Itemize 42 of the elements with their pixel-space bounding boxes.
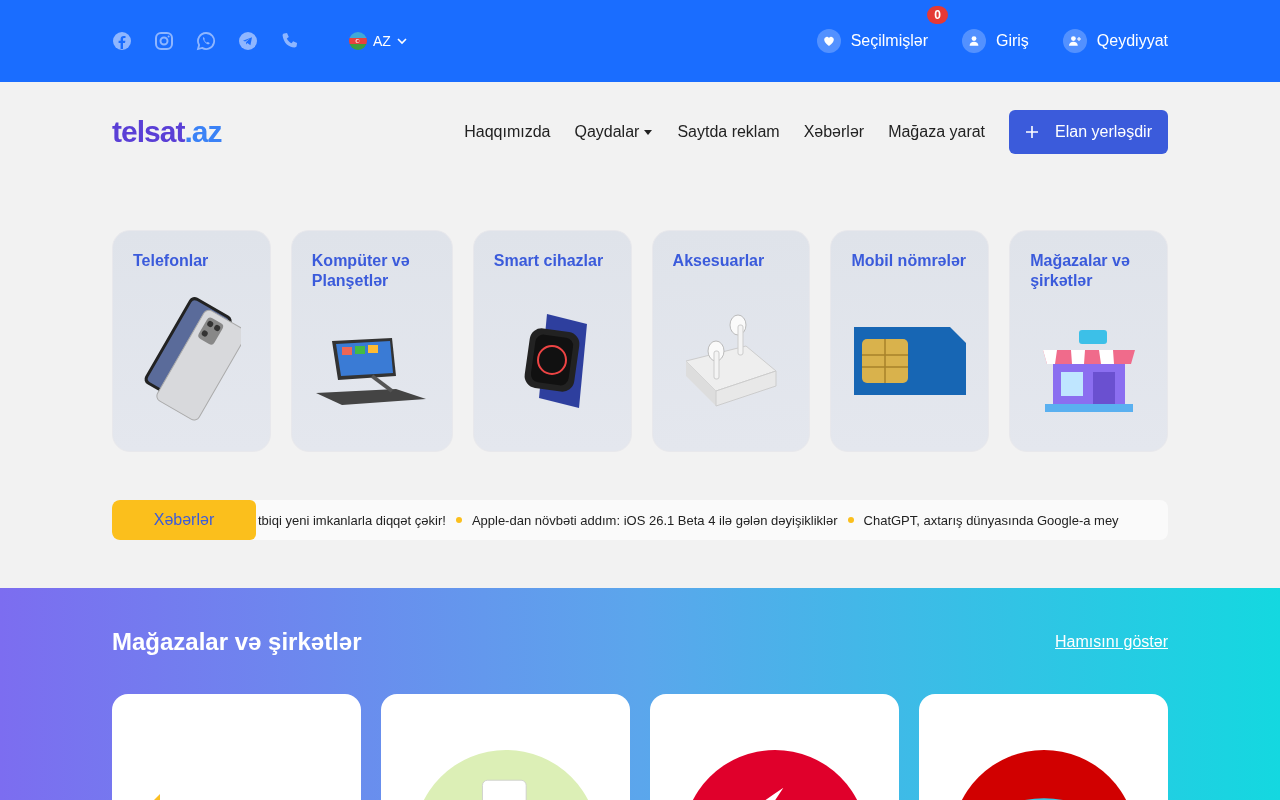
- news-headline[interactable]: Apple-dan növbəti addım: iOS 26.1 Beta 4 ilə gələn dəyişikliklər: [471, 512, 838, 528]
- news-headline[interactable]: tbiqi yeni imkanlarla diqqət çəkir!: [258, 512, 446, 528]
- category-title: Aksesuarlar: [672, 251, 766, 271]
- favorites-link[interactable]: Seçilmişlər: [816, 29, 928, 53]
- instagram-icon[interactable]: [154, 31, 174, 51]
- category-card[interactable]: Smart cihazlar: [472, 230, 632, 452]
- site-logo[interactable]: telsat.az: [112, 115, 222, 149]
- add-user-icon: [1066, 33, 1083, 49]
- nav-link[interactable]: Haqqımızda: [464, 123, 551, 141]
- facebook-icon[interactable]: [112, 31, 132, 51]
- register-link[interactable]: Qeydiyyat: [1062, 29, 1168, 53]
- flag-icon: [348, 31, 368, 51]
- chevron-down-icon: [395, 35, 408, 47]
- bullet-icon: [847, 517, 854, 523]
- category-title: Mağazalar və şirkətlər: [1030, 251, 1131, 291]
- store-card[interactable]: [650, 694, 899, 800]
- post-ad-button[interactable]: Elan yerləşdir: [1009, 110, 1168, 154]
- category-title: Smart cihazlar: [493, 251, 605, 271]
- category-card[interactable]: Mobil nömrələr: [830, 230, 990, 452]
- whatsapp-icon[interactable]: [196, 31, 216, 51]
- login-link[interactable]: Giriş: [961, 29, 1029, 53]
- category-title: Kompüter və Planşetlər: [311, 251, 411, 291]
- language-selector[interactable]: AZ: [348, 31, 408, 51]
- store-card[interactable]: [919, 694, 1168, 800]
- category-card[interactable]: Kompüter və Planşetlər: [290, 230, 453, 452]
- category-card[interactable]: Telefonlar: [112, 230, 271, 452]
- category-card[interactable]: Aksesuarlar: [651, 230, 811, 452]
- nav-link[interactable]: Mağaza yarat: [888, 123, 986, 141]
- news-label: Xəbərlər: [112, 500, 256, 540]
- bullet-icon: [455, 517, 462, 523]
- telegram-icon[interactable]: [238, 31, 258, 51]
- nav-link[interactable]: Xəbərlər: [803, 123, 865, 141]
- section-title: Mağazalar və şirkətlər: [112, 628, 362, 656]
- nav-link[interactable]: Saytda reklam: [677, 123, 780, 141]
- caret-icon: [643, 127, 654, 137]
- nav-link[interactable]: Qaydalar: [574, 123, 654, 141]
- category-card[interactable]: Mağazalar və şirkətlər: [1009, 230, 1168, 452]
- news-headline[interactable]: ChatGPT, axtarış dünyasında Google-a mey: [863, 512, 1119, 528]
- category-title: Telefonlar: [133, 251, 210, 271]
- category-title: Mobil nömrələr: [851, 251, 968, 271]
- plus-icon: [1025, 125, 1040, 139]
- count-badge: 0: [927, 6, 948, 24]
